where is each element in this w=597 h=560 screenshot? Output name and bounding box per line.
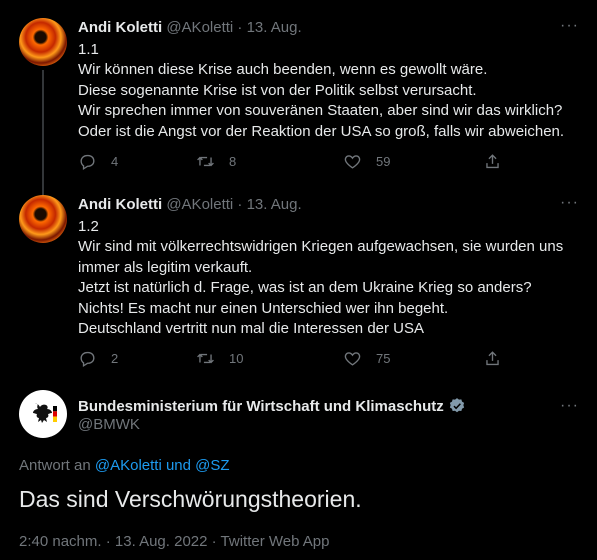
tweet-line: Jetzt ist natürlich d. Frage, was ist an… (78, 279, 532, 297)
more-icon[interactable]: ··· (560, 18, 579, 34)
separator: · (233, 19, 247, 36)
verified-icon (449, 398, 464, 413)
reply-icon (80, 351, 95, 368)
main-author-name[interactable]: Bundesministerium für Wirtschaft und Kli… (78, 398, 444, 415)
reply-icon (80, 154, 95, 171)
reply-button[interactable]: 2 (78, 349, 118, 368)
retweet-icon (197, 156, 214, 167)
tweet-line: Nichts! Es macht nur einen Unterschied w… (78, 299, 449, 317)
retweet-icon (197, 353, 214, 364)
avatar[interactable] (19, 18, 67, 66)
tweet-actions: 4 8 59 (78, 152, 518, 172)
more-icon[interactable]: ··· (560, 195, 579, 211)
author-handle[interactable]: @AKoletti (166, 19, 233, 36)
tweet-line: Wir sprechen immer von souveränen Staate… (78, 102, 563, 120)
author-handle[interactable]: @BMWK (78, 416, 140, 433)
tweet-header: Andi Koletti @AKoletti · 13. Aug. (78, 195, 302, 215)
author-handle[interactable]: @AKoletti (166, 196, 233, 213)
like-icon (344, 352, 361, 366)
reply-prefix: Antwort an (19, 457, 95, 474)
like-count: 59 (376, 154, 391, 169)
avatar[interactable] (19, 195, 67, 243)
eagle-icon (33, 403, 57, 423)
reply-user-link[interactable]: @SZ (195, 457, 229, 474)
share-icon (486, 154, 499, 169)
reply-button[interactable]: 4 (78, 152, 118, 171)
share-button[interactable] (483, 152, 502, 171)
tweet-line: Diese sogenannte Krise ist von der Polit… (78, 81, 477, 99)
main-tweet-text: Das sind Verschwörungstheorien. (19, 486, 362, 512)
tweet-text: 1.1 Wir können diese Krise auch beenden,… (78, 40, 564, 142)
tweet[interactable]: Andi Koletti @AKoletti · 13. Aug. ··· 1.… (0, 18, 597, 198)
retweet-count: 8 (229, 154, 237, 169)
like-count: 75 (376, 351, 391, 366)
tweet-header: Andi Koletti @AKoletti · 13. Aug. (78, 18, 302, 38)
tweet-date[interactable]: 13. Aug. (247, 19, 302, 36)
avatar[interactable] (19, 390, 67, 438)
tweet-line: Deutschland vertritt nun mal die Interes… (78, 319, 425, 337)
tweet-line: Wir können diese Krise auch beenden, wen… (78, 61, 488, 79)
reply-context: Antwort an @AKoletti und @SZ (19, 457, 230, 474)
retweet-count: 10 (229, 351, 244, 366)
separator: · (233, 196, 247, 213)
tweet[interactable]: Andi Koletti @AKoletti · 13. Aug. ··· 1.… (0, 195, 597, 375)
like-button[interactable]: 59 (343, 152, 390, 171)
tweet-line: 1.2 (78, 218, 99, 235)
author-name[interactable]: Andi Koletti (78, 19, 162, 36)
share-button[interactable] (483, 349, 502, 368)
retweet-button[interactable]: 10 (196, 349, 243, 368)
tweet-actions: 2 10 75 (78, 349, 518, 369)
like-button[interactable]: 75 (343, 349, 390, 368)
reply-count: 4 (111, 154, 119, 169)
author-name[interactable]: Bundesministerium für Wirtschaft und Kli… (78, 397, 466, 415)
more-icon[interactable]: ··· (560, 398, 579, 414)
tweet-timestamp[interactable]: 2:40 nachm. · 13. Aug. 2022 · Twitter We… (19, 533, 329, 550)
tweet-text: 1.2 Wir sind mit völkerrechtswidrigen Kr… (78, 217, 563, 339)
share-icon (486, 351, 499, 366)
like-icon (344, 155, 361, 169)
tweet-date[interactable]: 13. Aug. (247, 196, 302, 213)
reply-user-link[interactable]: @AKoletti (95, 457, 162, 474)
tweet-line: Oder ist die Angst vor der Reaktion der … (78, 122, 565, 140)
tweet-line: Wir sind mit völkerrechtswidrigen Kriege… (78, 238, 564, 256)
tweet-line: immer als legitim verkauft. (78, 258, 253, 276)
reply-count: 2 (111, 351, 119, 366)
retweet-button[interactable]: 8 (196, 152, 236, 171)
reply-and: und (161, 457, 196, 474)
author-name[interactable]: Andi Koletti (78, 196, 162, 213)
thread-line (42, 70, 44, 198)
tweet-line: 1.1 (78, 41, 99, 58)
